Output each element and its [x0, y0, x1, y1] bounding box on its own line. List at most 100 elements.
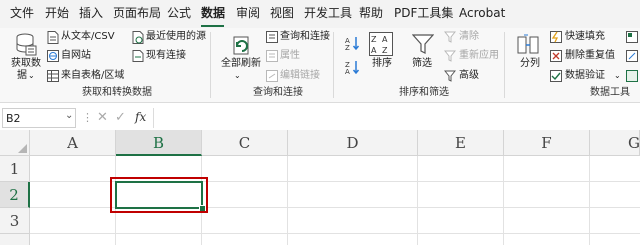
- tab-pdf-tools[interactable]: PDF工具集: [394, 5, 453, 21]
- group-label-data-tools: 数据工具: [590, 87, 630, 98]
- menu-bar: 文件 开始 插入 页面布局 公式 数据 审阅 视图 开发工具 帮助 PDF工具集…: [0, 0, 640, 28]
- chevron-down-icon: ⌄: [234, 71, 241, 80]
- link-icon: [266, 70, 278, 82]
- tab-formulas[interactable]: 公式: [167, 5, 191, 21]
- column-header-f[interactable]: F: [504, 130, 590, 156]
- group-label-get-transform: 获取和转换数据: [82, 87, 152, 98]
- globe-icon: [47, 50, 59, 62]
- column-header-d[interactable]: D: [288, 130, 418, 156]
- tab-acrobat[interactable]: Acrobat: [459, 5, 505, 21]
- tab-insert[interactable]: 插入: [79, 5, 103, 21]
- svg-text:Z: Z: [345, 44, 350, 50]
- select-all-triangle-icon: [18, 144, 27, 153]
- row-header-4[interactable]: [0, 234, 30, 245]
- get-data-label-2: 据: [17, 70, 27, 81]
- column-header-g[interactable]: G: [590, 130, 640, 156]
- tab-home[interactable]: 开始: [45, 5, 69, 21]
- sort-dialog-icon: Z A A Z: [369, 32, 393, 56]
- row-header-3[interactable]: 3: [0, 208, 30, 234]
- remove-duplicates-icon: [550, 50, 562, 62]
- data-validation-icon: [550, 70, 562, 82]
- refresh-all-label: 全部刷新: [221, 58, 261, 69]
- sort-ascending-icon: A Z: [345, 37, 360, 50]
- row-header-2[interactable]: 2: [0, 182, 30, 208]
- from-web-label: 自网站: [61, 50, 91, 61]
- data-model-icon[interactable]: [626, 70, 638, 82]
- insert-function-icon[interactable]: fx: [135, 110, 146, 124]
- database-icon: [16, 33, 37, 56]
- select-all-button[interactable]: [0, 130, 30, 156]
- from-table-label: 来自表格/区域: [61, 70, 125, 81]
- highlight-box: [110, 177, 208, 213]
- tab-developer[interactable]: 开发工具: [304, 5, 352, 21]
- advanced-filter-icon: [444, 70, 456, 82]
- row-header-1[interactable]: 1: [0, 156, 30, 182]
- svg-text:Z: Z: [371, 35, 377, 44]
- chevron-down-icon: ⌄: [614, 71, 621, 80]
- ribbon: 获取数 据 ⌄ 从文本/CSV 自网站 来自表格/区域 最近使用的源 现有连接 …: [0, 28, 640, 103]
- queries-connections-label: 查询和连接: [280, 31, 330, 42]
- filter-icon: [412, 34, 434, 54]
- refresh-icon: [233, 36, 249, 55]
- remove-duplicates-label: 删除重复值: [565, 50, 615, 61]
- group-divider: [333, 32, 334, 98]
- reapply-icon: [444, 50, 456, 62]
- from-text-csv-label: 从文本/CSV: [61, 31, 115, 42]
- chevron-down-icon: ⌄: [28, 71, 35, 80]
- data-validation-label: 数据验证: [565, 70, 605, 81]
- active-tab-indicator: [201, 25, 224, 27]
- tab-help[interactable]: 帮助: [359, 5, 383, 21]
- relationships-icon[interactable]: [626, 50, 638, 62]
- group-label-queries: 查询和连接: [253, 87, 303, 98]
- recent-file-icon: [132, 31, 144, 44]
- name-box[interactable]: B2 ⌄: [2, 108, 76, 128]
- text-file-icon: [47, 31, 59, 44]
- properties-icon: [266, 50, 278, 62]
- clear-filter-icon: [444, 31, 456, 43]
- flash-fill-icon: [550, 31, 562, 43]
- existing-connections-label: 现有连接: [146, 50, 186, 61]
- filter-label: 筛选: [412, 58, 432, 69]
- edit-links-label: 编辑链接: [280, 70, 320, 81]
- clear-filter-label: 清除: [459, 31, 479, 42]
- sort-label: 排序: [372, 58, 392, 69]
- gridline: [503, 156, 504, 245]
- cancel-entry-icon[interactable]: ✕: [97, 110, 108, 125]
- tab-view[interactable]: 视图: [270, 5, 294, 21]
- formula-input[interactable]: [153, 108, 640, 128]
- formula-bar: B2 ⌄ ⋮ ✕ ✓ fx: [0, 108, 640, 130]
- column-header-e[interactable]: E: [418, 130, 504, 156]
- gridline: [30, 233, 640, 234]
- confirm-entry-icon[interactable]: ✓: [115, 110, 126, 125]
- column-header-b[interactable]: B: [116, 130, 202, 156]
- consolidate-icon[interactable]: [626, 31, 638, 43]
- tab-page-layout[interactable]: 页面布局: [113, 5, 161, 21]
- table-icon: [47, 70, 59, 82]
- sort-descending-icon: Z A: [345, 61, 360, 74]
- tab-data[interactable]: 数据: [201, 5, 225, 21]
- recent-sources-label: 最近使用的源: [146, 31, 206, 42]
- column-header-a[interactable]: A: [30, 130, 116, 156]
- group-divider: [210, 32, 211, 98]
- tab-review[interactable]: 审阅: [236, 5, 260, 21]
- queries-icon: [266, 31, 278, 43]
- worksheet-grid: A B C D E F G 1 2 3: [0, 130, 640, 245]
- svg-text:A: A: [382, 35, 388, 44]
- group-divider: [504, 32, 505, 98]
- reapply-label: 重新应用: [459, 50, 499, 61]
- tab-file[interactable]: 文件: [10, 5, 34, 21]
- text-to-columns-icon: [517, 34, 539, 54]
- gridline: [417, 156, 418, 245]
- gridline: [287, 156, 288, 245]
- svg-text:A: A: [371, 46, 377, 55]
- group-label-sort-filter: 排序和筛选: [399, 87, 449, 98]
- chevron-down-icon[interactable]: ⌄: [65, 110, 73, 121]
- column-header-c[interactable]: C: [202, 130, 288, 156]
- flash-fill-label: 快速填充: [565, 31, 605, 42]
- more-options-icon[interactable]: ⋮: [82, 111, 93, 124]
- connections-file-icon: [132, 50, 144, 62]
- gridline: [589, 156, 590, 245]
- name-box-value: B2: [6, 112, 21, 125]
- text-to-columns-label: 分列: [520, 58, 540, 69]
- get-data-label: 获取数: [11, 58, 41, 69]
